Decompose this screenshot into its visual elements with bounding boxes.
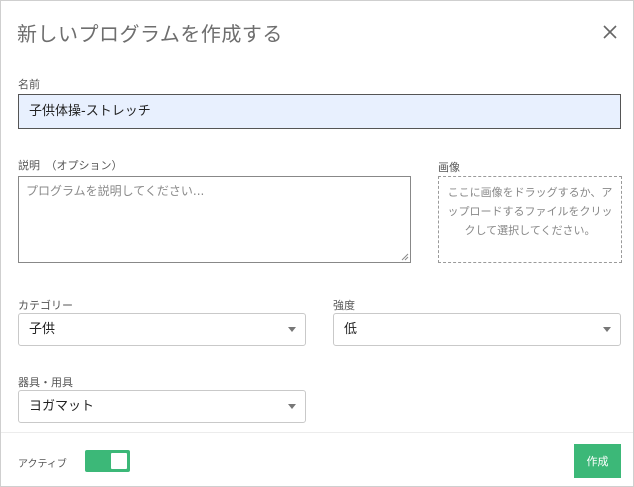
description-textarea[interactable]: プログラムを説明してください... <box>18 176 411 263</box>
intensity-value: 低 <box>344 322 358 337</box>
description-label: 説明 （オプション） <box>18 159 123 172</box>
toggle-knob <box>111 453 127 469</box>
category-select[interactable]: 子供 <box>18 313 306 346</box>
name-input[interactable]: 子供体操-ストレッチ <box>18 94 621 129</box>
close-icon[interactable] <box>599 21 621 43</box>
chevron-down-icon <box>288 327 296 332</box>
description-placeholder: プログラムを説明してください... <box>26 184 205 198</box>
footer-divider <box>1 432 633 433</box>
chevron-down-icon <box>288 404 296 409</box>
dropzone-text: ここに画像をドラッグするか、アップロードするファイルをクリックして選択してくださ… <box>447 186 613 237</box>
dialog-title: 新しいプログラムを作成する <box>17 22 283 46</box>
active-toggle[interactable] <box>85 450 130 472</box>
name-label: 名前 <box>18 78 40 91</box>
chevron-down-icon <box>603 327 611 332</box>
category-value: 子供 <box>29 322 56 337</box>
image-dropzone[interactable]: ここに画像をドラッグするか、アップロードするファイルをクリックして選択してくださ… <box>438 176 622 263</box>
intensity-label: 強度 <box>333 299 355 312</box>
active-label: アクティブ <box>18 459 67 470</box>
category-label: カテゴリー <box>18 299 73 312</box>
image-label: 画像 <box>438 161 460 174</box>
create-button[interactable]: 作成 <box>574 444 621 478</box>
equipment-select[interactable]: ヨガマット <box>18 390 306 423</box>
resize-grip-icon[interactable] <box>401 253 409 261</box>
equipment-label: 器具・用具 <box>18 376 73 389</box>
create-program-dialog: 新しいプログラムを作成する 名前 子供体操-ストレッチ 説明 （オプション） プ… <box>0 0 634 487</box>
equipment-value: ヨガマット <box>29 399 95 414</box>
intensity-select[interactable]: 低 <box>333 313 621 346</box>
